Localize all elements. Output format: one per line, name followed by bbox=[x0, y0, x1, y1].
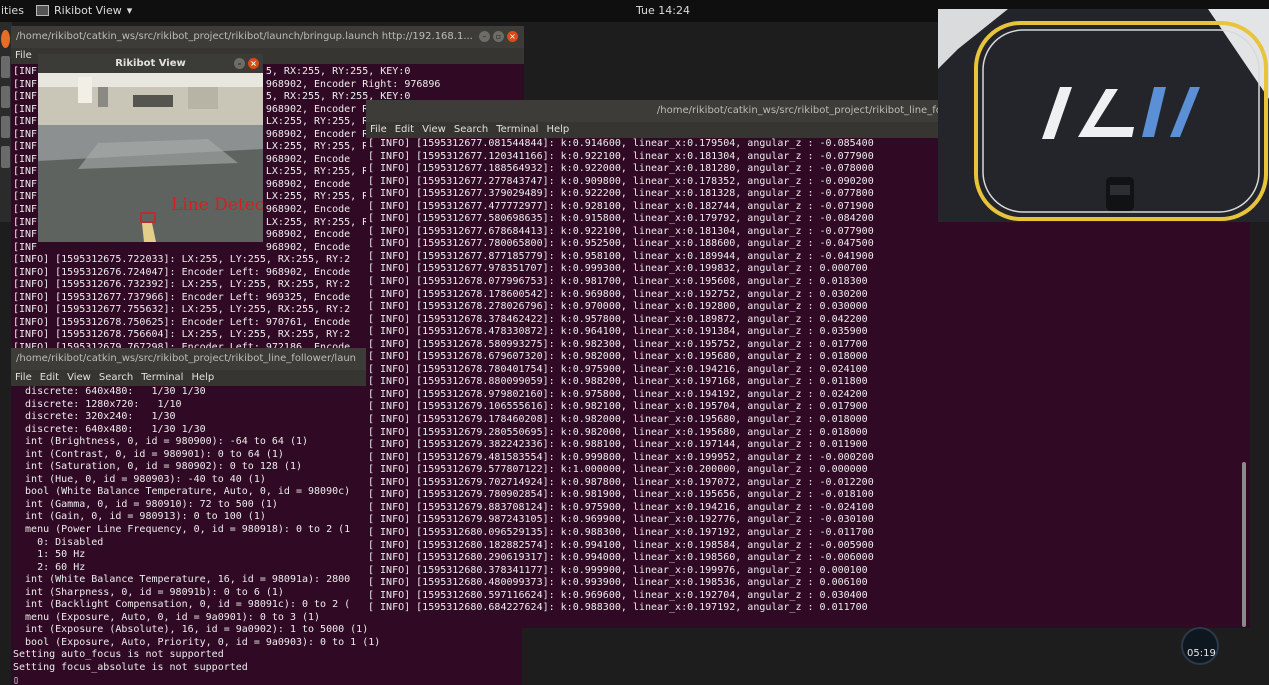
app-menu[interactable]: Rikibot View ▾ bbox=[36, 4, 132, 17]
menu-item[interactable]: Help bbox=[546, 124, 569, 135]
terminal-line: [ INFO] [1595312680.182882574]: k:0.9941… bbox=[368, 539, 874, 551]
terminal-line: [ INFO] [1595312680.290619317]: k:0.9940… bbox=[368, 552, 874, 564]
terminal-line: [ INFO] [1595312679.780902854]: k:0.9819… bbox=[368, 489, 874, 501]
terminal-line: [ INFO] [1595312679.883708124]: k:0.9759… bbox=[368, 501, 874, 513]
menu-item[interactable]: Help bbox=[191, 372, 214, 383]
minimize-icon[interactable]: – bbox=[479, 31, 490, 42]
recorder-button[interactable] bbox=[1181, 627, 1219, 665]
menu-item[interactable]: Terminal bbox=[496, 124, 538, 135]
clock[interactable]: Tue 14:24 bbox=[636, 4, 690, 17]
minimize-icon[interactable]: – bbox=[234, 58, 245, 69]
terminal-line: [ INFO] [1595312678.478330872]: k:0.9641… bbox=[368, 326, 868, 338]
app-icon[interactable] bbox=[1, 116, 10, 138]
window-title: /home/rikibot/catkin_ws/src/rikibot_proj… bbox=[16, 353, 357, 364]
terminal-line: Setting focus_absolute is not supported bbox=[13, 662, 248, 674]
maximize-icon[interactable]: ▫ bbox=[493, 31, 504, 42]
menu-item[interactable]: View bbox=[67, 372, 91, 383]
terminal-line: [ INFO] [1595312679.280550695]: k:0.9820… bbox=[368, 426, 868, 438]
window-titlebar[interactable]: /home/rikibot/catkin_ws/src/rikibot_proj… bbox=[11, 26, 524, 48]
menu-item[interactable]: Terminal bbox=[141, 372, 183, 383]
terminal-line: [ INFO] [1595312678.780401754]: k:0.9759… bbox=[368, 363, 868, 375]
scrollbar[interactable] bbox=[1242, 462, 1246, 627]
camera-window-titlebar[interactable]: Rikibot View – × bbox=[38, 54, 263, 73]
terminal-line: [ INFO] [1595312678.178600542]: k:0.9698… bbox=[368, 288, 868, 300]
app-menu-label: Rikibot View bbox=[54, 4, 122, 17]
menu-item[interactable]: Search bbox=[454, 124, 488, 135]
terminal-line: [ INFO] [1595312679.702714924]: k:0.9878… bbox=[368, 476, 874, 488]
camera-window-title: Rikibot View bbox=[115, 58, 186, 69]
terminal-line: [ INFO] [1595312678.278026796]: k:0.9700… bbox=[368, 301, 868, 313]
terminal-line: [ INFO] [1595312678.979802160]: k:0.9758… bbox=[368, 388, 868, 400]
terminal-line: [ INFO] [1595312679.382242336]: k:0.9881… bbox=[368, 439, 868, 451]
line-detect-label: Line Detec bbox=[171, 195, 263, 215]
window-title: /home/rikibot/catkin_ws/src/rikibot_proj… bbox=[16, 31, 473, 42]
menu-item[interactable]: View bbox=[422, 124, 446, 135]
terminal-line: Setting auto_focus is not supported bbox=[13, 649, 224, 661]
terminal-line: bool (Exposure, Auto, Priority, 0, id = … bbox=[13, 636, 381, 648]
terminal-line: [ INFO] [1595312678.077996753]: k:0.9817… bbox=[368, 276, 868, 288]
terminal-line: [ INFO] [1595312677.678684413]: k:0.9221… bbox=[368, 225, 874, 237]
terminal-line: [ INFO] [1595312680.597116624]: k:0.9696… bbox=[368, 589, 868, 601]
camera-view-window[interactable]: Rikibot View – × Line Detec bbox=[38, 54, 263, 242]
activities-button[interactable]: ities bbox=[1, 4, 24, 17]
files-icon[interactable] bbox=[1, 56, 10, 78]
close-icon[interactable]: × bbox=[507, 31, 518, 42]
terminal-line: [ INFO] [1595312678.880099059]: k:0.9882… bbox=[368, 376, 868, 388]
terminal-line: [ INFO] [1595312677.877185779]: k:0.9581… bbox=[368, 250, 874, 262]
menu-item[interactable]: Edit bbox=[395, 124, 414, 135]
terminal-line: [ INFO] [1595312678.580993275]: k:0.9823… bbox=[368, 338, 868, 350]
terminal-icon[interactable] bbox=[1, 86, 10, 108]
menu-file[interactable]: File bbox=[15, 50, 32, 61]
camera-scene bbox=[38, 73, 263, 242]
terminal-line: [ INFO] [1595312679.178460208]: k:0.9820… bbox=[368, 414, 868, 426]
window-icon bbox=[36, 5, 49, 16]
menu-item[interactable]: File bbox=[370, 124, 387, 135]
terminal-line: [ INFO] [1595312679.481583554]: k:0.9998… bbox=[368, 451, 874, 463]
recorder-time: 05:19 bbox=[1187, 648, 1216, 659]
terminal-line: [ INFO] [1595312678.378462422]: k:0.9578… bbox=[368, 313, 868, 325]
menu-item[interactable]: Search bbox=[99, 372, 133, 383]
terminal-line: [ INFO] [1595312679.577807122]: k:1.0000… bbox=[368, 464, 868, 476]
terminal-line: [ INFO] [1595312679.106555616]: k:0.9821… bbox=[368, 401, 868, 413]
menu-item[interactable]: Edit bbox=[40, 372, 59, 383]
terminal-line: [ INFO] [1595312679.987243105]: k:0.9699… bbox=[368, 514, 874, 526]
terminal-line: [ INFO] [1595312680.684227624]: k:0.9883… bbox=[368, 602, 868, 614]
firefox-icon[interactable] bbox=[1, 30, 10, 48]
terminal-line: [ INFO] [1595312678.679607320]: k:0.9820… bbox=[368, 351, 868, 363]
close-icon[interactable]: × bbox=[248, 58, 259, 69]
terminal-line: [ INFO] [1595312680.378341177]: k:0.9999… bbox=[368, 564, 868, 576]
camera-image: Line Detec bbox=[38, 73, 263, 242]
overhead-camera-photo bbox=[938, 9, 1269, 222]
track-scene bbox=[938, 9, 1269, 222]
terminal-line: [ INFO] [1595312680.096529135]: k:0.9883… bbox=[368, 526, 874, 538]
menu-item[interactable]: File bbox=[15, 372, 32, 383]
terminal-line: [ INFO] [1595312677.780065800]: k:0.9525… bbox=[368, 238, 874, 250]
terminal-line: [ INFO] [1595312677.978351707]: k:0.9993… bbox=[368, 263, 868, 275]
terminal-line: [ INFO] [1595312680.480099373]: k:0.9939… bbox=[368, 577, 868, 589]
terminal-line: ▯ bbox=[13, 674, 20, 685]
app-icon-2[interactable] bbox=[1, 146, 10, 168]
chevron-down-icon: ▾ bbox=[126, 4, 133, 17]
